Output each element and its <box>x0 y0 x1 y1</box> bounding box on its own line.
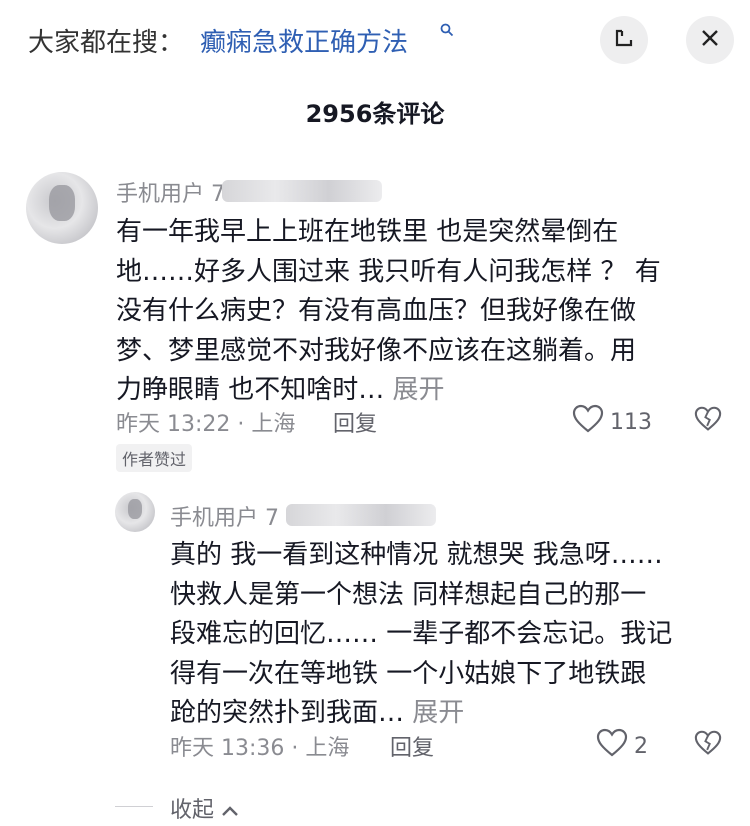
shrink-button[interactable] <box>600 16 648 64</box>
top-bar: 大家都在搜： 癫痫急救正确方法 <box>0 0 750 90</box>
author-liked-badge: 作者赞过 <box>116 444 193 472</box>
expand-link[interactable]: 展开 <box>393 375 445 405</box>
like-count: 113 <box>610 409 652 435</box>
reply-masked-user-id <box>286 504 436 526</box>
comment-username[interactable]: 手机用户 7 <box>116 176 225 208</box>
masked-user-id <box>222 180 382 202</box>
reply-meta: 昨天 13:36 · 上海 <box>170 736 350 761</box>
reply-like-button[interactable]: 2 <box>596 728 648 764</box>
comments-count-title: 2956条评论 <box>305 100 445 128</box>
trending-search-link[interactable]: 癫痫急救正确方法 <box>200 22 408 59</box>
close-icon <box>699 27 721 53</box>
reply-expand-link[interactable]: 展开 <box>412 698 464 728</box>
comment-text: 有一年我早上上班在地铁里 也是突然晕倒在 地……好多人围过来 我只听有人问我怎样… <box>116 217 661 405</box>
search-icon <box>440 22 454 41</box>
heart-icon <box>572 404 604 440</box>
chevron-up-icon <box>221 798 239 823</box>
collapse-divider <box>115 806 153 807</box>
reply-text: 真的 我一看到这种情况 就想哭 我急呀…… 快救人是第一个想法 同样想起自己的那… <box>170 540 673 728</box>
avatar[interactable] <box>26 172 98 244</box>
heart-icon <box>596 728 628 764</box>
shrink-icon <box>613 27 635 53</box>
reply-button[interactable]: 回复 <box>333 406 377 438</box>
reply-username[interactable]: 手机用户 7 <box>170 500 279 532</box>
trending-search-label: 大家都在搜： <box>28 28 185 58</box>
reply-dislike-button[interactable] <box>694 730 722 756</box>
dislike-button[interactable] <box>694 406 722 432</box>
comment-meta: 昨天 13:22 · 上海 <box>116 412 296 437</box>
like-button[interactable]: 113 <box>572 404 652 440</box>
reply-reply-button[interactable]: 回复 <box>390 730 434 762</box>
close-button[interactable] <box>686 16 734 64</box>
collapse-button[interactable]: 收起 <box>170 792 239 824</box>
reply-avatar[interactable] <box>115 492 155 532</box>
reply-like-count: 2 <box>634 733 648 759</box>
